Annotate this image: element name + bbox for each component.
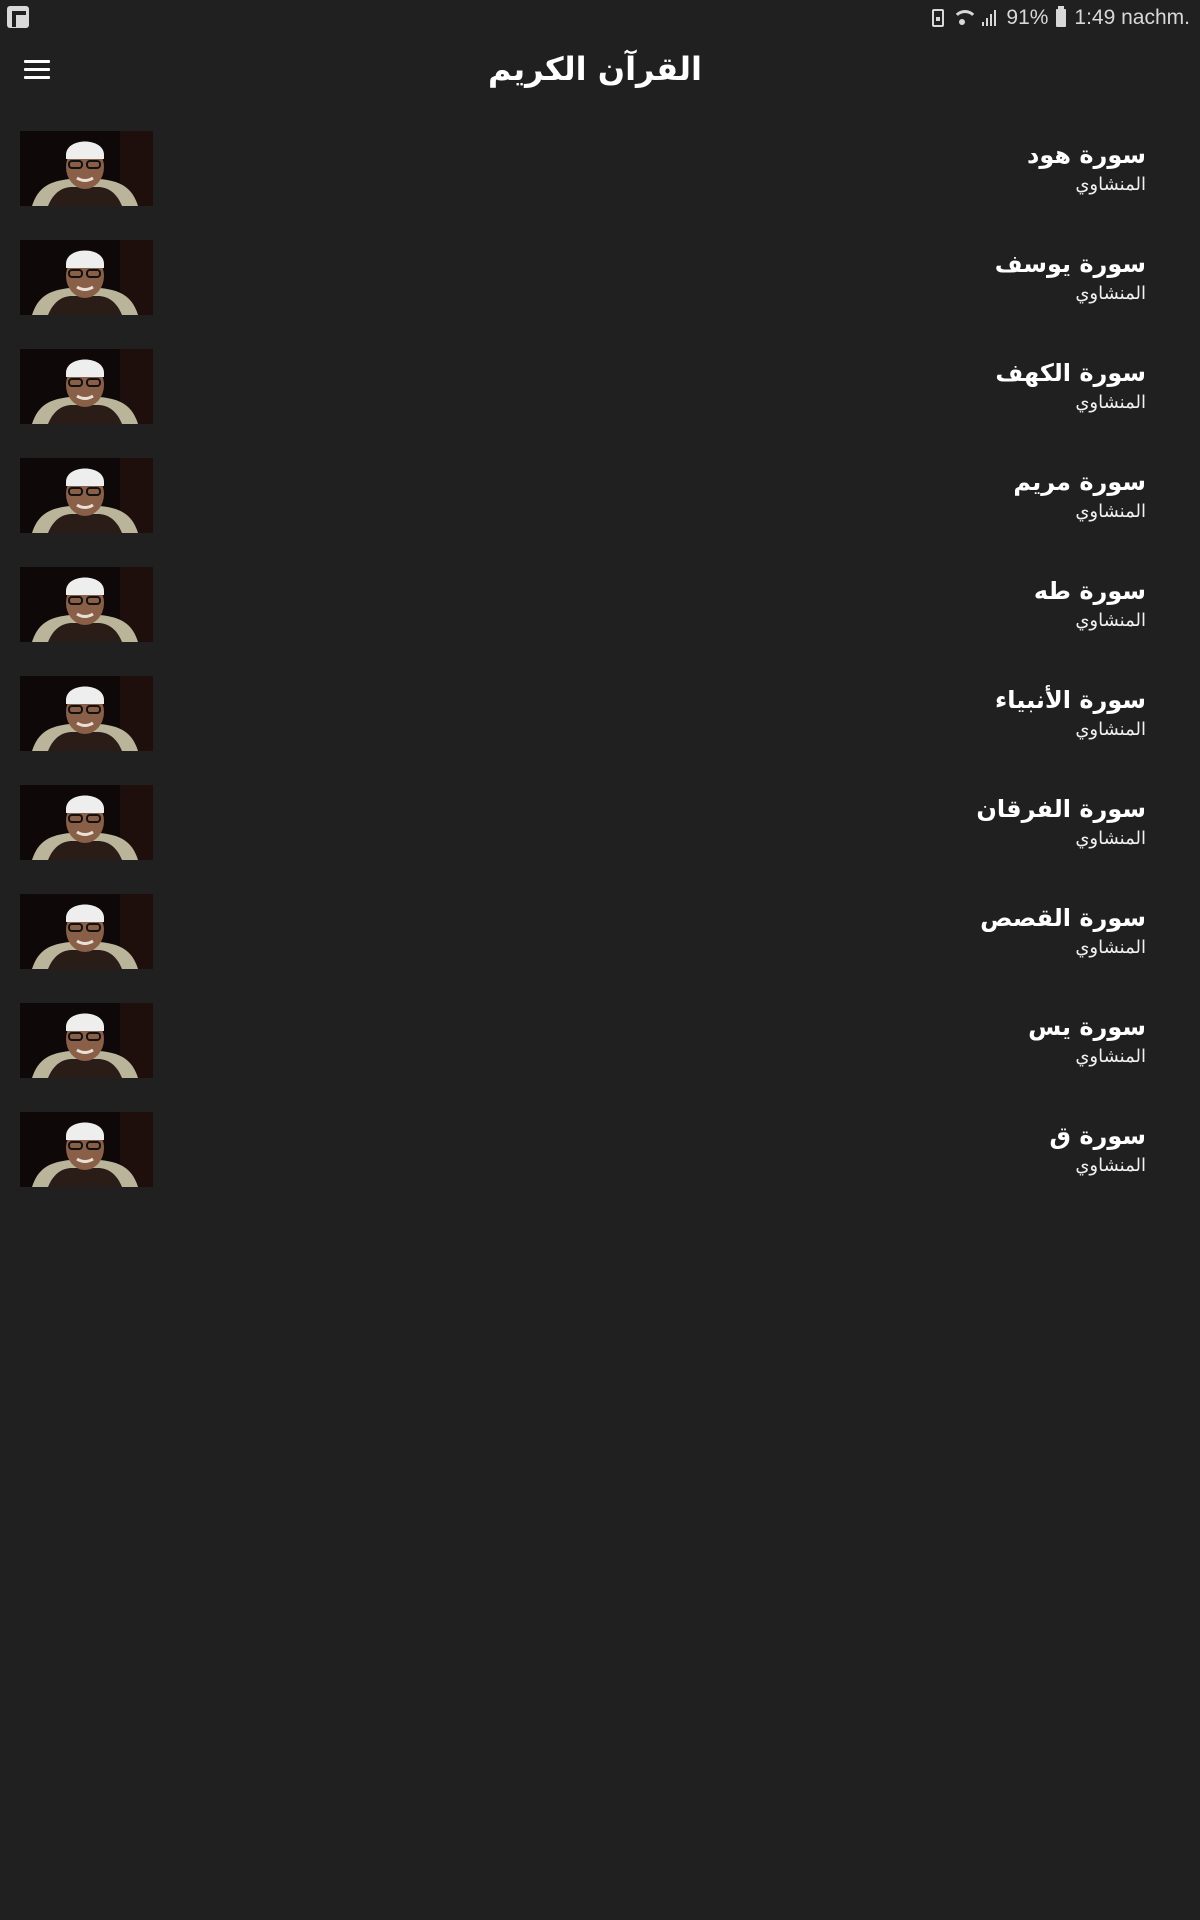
reciter-thumbnail (20, 349, 153, 424)
reciter-name: المنشاوي (1075, 283, 1146, 304)
clock: 1:49 nachm. (1074, 6, 1190, 29)
reciter-thumbnail (20, 240, 153, 315)
reciter-name: المنشاوي (1075, 610, 1146, 631)
surah-text: سورة الأنبياء المنشاوي (446, 683, 1146, 743)
reciter-thumbnail (20, 1112, 153, 1187)
surah-title: سورة الكهف (995, 359, 1146, 387)
reciter-thumbnail (20, 676, 153, 751)
surah-list-item[interactable]: سورة يوسف المنشاوي (0, 229, 1200, 338)
surah-list-item[interactable]: سورة هود المنشاوي (0, 120, 1200, 229)
reciter-name: المنشاوي (1075, 719, 1146, 740)
surah-title: سورة طه (1033, 577, 1146, 605)
surah-title: سورة ق (1049, 1122, 1146, 1150)
reciter-thumbnail (20, 1003, 153, 1078)
reciter-name: المنشاوي (1075, 501, 1146, 522)
app-bar: القرآن الكريم (0, 36, 1200, 102)
battery-icon (1056, 6, 1067, 27)
reciter-thumbnail (20, 894, 153, 969)
reciter-name: المنشاوي (1075, 937, 1146, 958)
surah-text: سورة طه المنشاوي (446, 574, 1146, 634)
surah-text: سورة مريم المنشاوي (446, 465, 1146, 525)
reciter-thumbnail (20, 785, 153, 860)
battery-percent: 91% (1006, 6, 1049, 29)
surah-list-item[interactable]: سورة الكهف المنشاوي (0, 338, 1200, 447)
surah-text: سورة يس المنشاوي (446, 1010, 1146, 1070)
surah-text: سورة الفرقان المنشاوي (446, 792, 1146, 852)
reciter-thumbnail (20, 131, 153, 206)
surah-title: سورة القصص (980, 904, 1146, 932)
surah-title: سورة الأنبياء (995, 686, 1146, 714)
surah-title: سورة الفرقان (976, 795, 1146, 823)
surah-text: سورة ق المنشاوي (446, 1119, 1146, 1179)
reciter-thumbnail (20, 458, 153, 533)
sim-icon (932, 9, 945, 27)
surah-text: سورة هود المنشاوي (446, 138, 1146, 198)
reciter-thumbnail (20, 567, 153, 642)
surah-list-item[interactable]: سورة ق المنشاوي (0, 1101, 1200, 1210)
surah-list-item[interactable]: سورة يس المنشاوي (0, 992, 1200, 1101)
reciter-name: المنشاوي (1075, 174, 1146, 195)
surah-text: سورة القصص المنشاوي (446, 901, 1146, 961)
reciter-name: المنشاوي (1075, 1046, 1146, 1067)
reciter-name: المنشاوي (1075, 392, 1146, 413)
status-bar: 91% 1:49 nachm. (0, 0, 1200, 36)
surah-list: سورة هود المنشاوي سورة يوسف المنشاوي سورة … (0, 120, 1200, 1210)
surah-text: سورة الكهف المنشاوي (446, 356, 1146, 416)
surah-text: سورة يوسف المنشاوي (446, 247, 1146, 307)
surah-list-item[interactable]: سورة طه المنشاوي (0, 556, 1200, 665)
surah-list-item[interactable]: سورة القصص المنشاوي (0, 883, 1200, 992)
page-title: القرآن الكريم (488, 50, 702, 88)
flipboard-notification-icon (7, 6, 29, 28)
surah-list-item[interactable]: سورة الأنبياء المنشاوي (0, 665, 1200, 774)
surah-list-item[interactable]: سورة مريم المنشاوي (0, 447, 1200, 556)
surah-title: سورة يس (1028, 1013, 1146, 1041)
status-icons: 91% 1:49 nachm. (932, 4, 1190, 32)
surah-list-item[interactable]: سورة الفرقان المنشاوي (0, 774, 1200, 883)
wifi-icon (952, 10, 979, 26)
surah-title: سورة يوسف (994, 250, 1146, 278)
surah-title: سورة هود (1027, 141, 1146, 169)
signal-icon (982, 10, 998, 26)
reciter-name: المنشاوي (1075, 828, 1146, 849)
reciter-name: المنشاوي (1075, 1155, 1146, 1176)
surah-title: سورة مريم (1013, 468, 1146, 496)
